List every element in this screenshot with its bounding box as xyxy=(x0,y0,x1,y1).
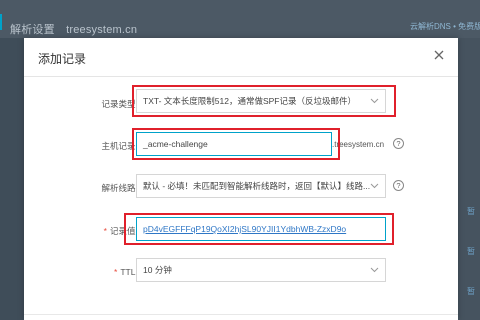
domain-suffix: .treesystem.cn xyxy=(332,140,385,149)
add-record-dialog: 添加记录 记录类型： TXT- 文本长度限制512，通常做SPF记录（反垃圾邮件… xyxy=(24,38,458,320)
record-type-select[interactable]: TXT- 文本长度限制512，通常做SPF记录（反垃圾邮件） xyxy=(136,89,386,113)
record-type-label: 记录类型： xyxy=(24,98,144,110)
ttl-label: *TTL： xyxy=(24,266,144,278)
record-type-label-text: 记录类型 xyxy=(101,99,136,109)
record-value-value: pD4vEGFFFqP19QoXI2hjSL90YJII1YdbhWB-ZzxD… xyxy=(143,224,347,234)
host-record-input[interactable]: _acme-challenge xyxy=(136,132,332,156)
resolve-line-select[interactable]: 默认 - 必填！未匹配到智能解析线路时，返回【默认】线路... xyxy=(136,174,386,198)
help-icon[interactable]: ? xyxy=(393,138,404,149)
ttl-label-text: TTL xyxy=(120,267,136,277)
dns-product-link[interactable]: 云解析DNS • 免费版 xyxy=(410,21,480,32)
record-value-input[interactable]: pD4vEGFFFqP19QoXI2hjSL90YJII1YdbhWB-ZzxD… xyxy=(136,217,386,241)
background-action-label: 暂 xyxy=(467,247,475,256)
breadcrumb-domain: treesystem.cn xyxy=(66,24,138,36)
close-icon[interactable] xyxy=(432,48,446,62)
background-right-column: 暂 暂 暂 xyxy=(458,38,480,320)
breadcrumb-parent[interactable]: 解析设置 xyxy=(10,24,55,36)
record-value-label-text: 记录值 xyxy=(109,226,136,236)
chevron-down-icon xyxy=(370,265,379,275)
help-icon[interactable]: ? xyxy=(393,180,404,191)
host-record-value: _acme-challenge xyxy=(143,139,208,149)
background-action-label: 暂 xyxy=(467,207,475,216)
required-mark: * xyxy=(103,226,107,236)
breadcrumb: 解析设置 treesystem.cn xyxy=(10,21,137,37)
chevron-down-icon xyxy=(370,181,379,191)
chevron-down-icon xyxy=(370,96,379,106)
host-record-label-text: 主机记录 xyxy=(101,141,136,151)
header-accent-bar xyxy=(0,14,2,30)
record-value-label: *记录值： xyxy=(24,225,144,237)
record-type-value: TXT- 文本长度限制512，通常做SPF记录（反垃圾邮件） xyxy=(143,96,356,106)
resolve-line-label: 解析线路： xyxy=(24,182,144,194)
background-action-label: 暂 xyxy=(467,287,475,296)
dialog-header: 添加记录 xyxy=(24,38,458,77)
resolve-line-value: 默认 - 必填！未匹配到智能解析线路时，返回【默认】线路... xyxy=(143,181,371,191)
breadcrumb-separator xyxy=(59,24,62,36)
dialog-footer-divider xyxy=(24,314,458,315)
host-record-label: 主机记录： xyxy=(24,140,144,152)
dialog-title: 添加记录 xyxy=(38,52,87,66)
ttl-value: 10 分钟 xyxy=(143,265,172,275)
resolve-line-label-text: 解析线路 xyxy=(101,183,136,193)
ttl-select[interactable]: 10 分钟 xyxy=(136,258,386,282)
background-header: 解析设置 treesystem.cn 云解析DNS • 免费版 xyxy=(0,0,480,38)
background-sidebar xyxy=(0,38,24,320)
required-mark: * xyxy=(114,267,118,277)
